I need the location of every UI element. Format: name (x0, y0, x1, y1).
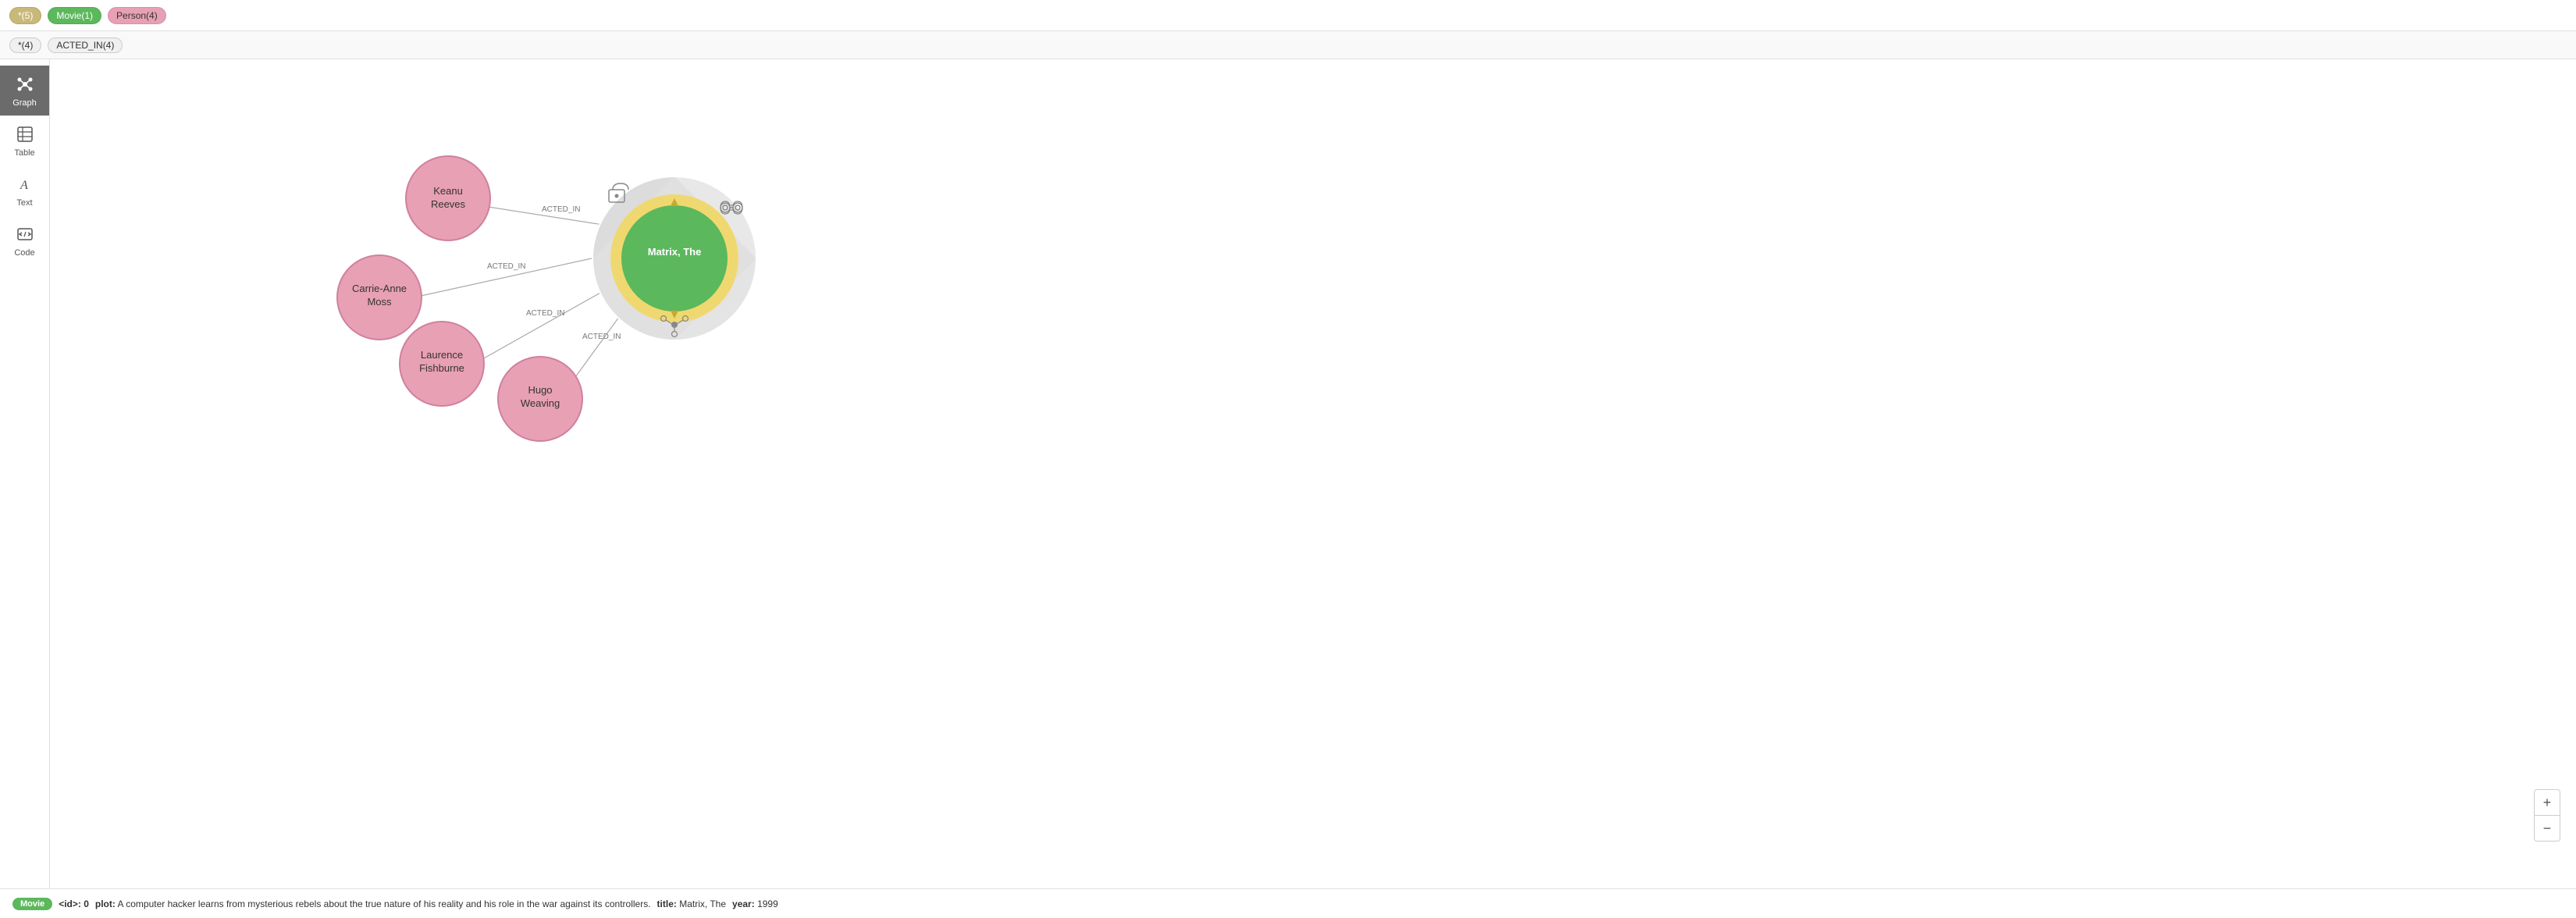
sidebar-item-graph[interactable]: Graph (0, 66, 49, 116)
sidebar-item-table[interactable]: Table (0, 116, 49, 165)
node-laurence-fishburne[interactable]: Laurence Fishburne (400, 322, 484, 406)
graph-svg: ACTED_IN ACTED_IN ACTED_IN ACTED_IN Mat (50, 59, 2576, 888)
info-bar: Movie <id>: 0 plot: A computer hacker le… (0, 888, 2576, 918)
title-label: title: (657, 898, 677, 909)
info-title: title: Matrix, The (657, 898, 726, 909)
movie-nodes-badge[interactable]: Movie(1) (48, 7, 101, 24)
edge-label-hugo: ACTED_IN (582, 333, 621, 341)
keanu-label1: Keanu (433, 185, 463, 197)
svg-text:A: A (20, 179, 28, 192)
hugo-label1: Hugo (528, 384, 552, 396)
node-hugo-weaving[interactable]: Hugo Weaving (498, 357, 582, 441)
keanu-label2: Reeves (431, 198, 466, 210)
info-id: <id>: 0 (59, 898, 89, 909)
year-value: 1999 (757, 898, 778, 909)
zoom-controls: + − (2534, 789, 2560, 842)
title-value: Matrix, The (679, 898, 726, 909)
sidebar: Graph Table A Text (0, 59, 50, 888)
edge-label-laurence: ACTED_IN (526, 309, 564, 318)
edge-laurence (477, 282, 620, 362)
all-rels-badge[interactable]: *(4) (9, 37, 41, 53)
table-icon (14, 123, 36, 145)
plot-text: A computer hacker learns from mysterious… (118, 898, 651, 909)
plot-label: plot: (95, 898, 116, 909)
zoom-out-button[interactable]: − (2535, 816, 2560, 841)
hugo-label2: Weaving (521, 397, 560, 409)
carrie-label1: Carrie-Anne (352, 283, 407, 294)
graph-icon (14, 73, 36, 95)
all-nodes-badge[interactable]: *(5) (9, 7, 41, 24)
text-icon: A (14, 173, 36, 195)
edge-label-keanu: ACTED_IN (542, 205, 580, 214)
year-label: year: (732, 898, 755, 909)
sidebar-text-label: Text (16, 198, 32, 208)
info-plot-label: plot: A computer hacker learns from myst… (95, 898, 651, 909)
edge-label-carrie: ACTED_IN (487, 262, 525, 271)
zoom-in-button[interactable]: + (2535, 790, 2560, 815)
acted-in-badge[interactable]: ACTED_IN(4) (48, 37, 123, 53)
sidebar-code-label: Code (14, 248, 34, 258)
laurence-label1: Laurence (421, 349, 463, 361)
info-year: year: 1999 (732, 898, 778, 909)
info-movie-badge: Movie (12, 898, 52, 910)
sidebar-graph-label: Graph (12, 98, 37, 108)
sidebar-table-label: Table (14, 148, 34, 158)
person-nodes-badge[interactable]: Person(4) (108, 7, 166, 24)
code-icon (14, 223, 36, 245)
movie-green-circle[interactable] (621, 205, 728, 311)
top-toolbar: *(5) Movie(1) Person(4) (0, 0, 2576, 31)
carrie-label2: Moss (367, 296, 392, 308)
node-keanu-reeves[interactable]: Keanu Reeves (406, 156, 490, 240)
movie-label-line1: Matrix, The (648, 246, 702, 258)
edge-carrie (414, 253, 617, 297)
laurence-label2: Fishburne (419, 362, 464, 374)
node-carrie-anne-moss[interactable]: Carrie-Anne Moss (337, 255, 422, 340)
relationship-toolbar: *(4) ACTED_IN(4) (0, 31, 2576, 59)
info-id-label: <id>: 0 (59, 898, 89, 909)
graph-canvas: ACTED_IN ACTED_IN ACTED_IN ACTED_IN Mat (50, 59, 2576, 888)
sidebar-item-code[interactable]: Code (0, 215, 49, 265)
sidebar-item-text[interactable]: A Text (0, 165, 49, 215)
main-content: Graph Table A Text (0, 59, 2576, 888)
